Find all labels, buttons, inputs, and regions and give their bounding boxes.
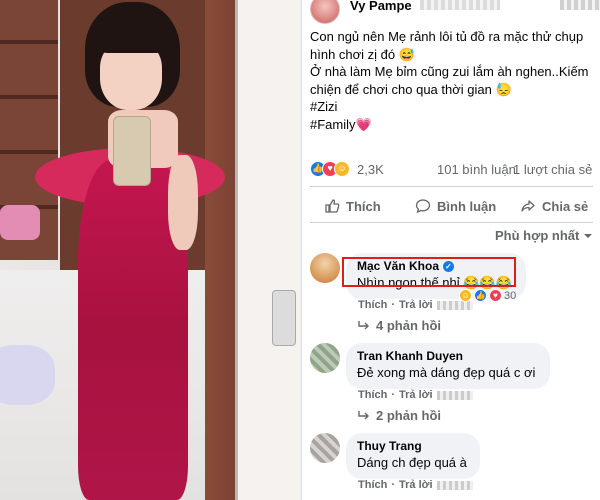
comment-text: Đẻ xong mà dáng đẹp quá c ơi bbox=[357, 365, 536, 380]
post-line-2: Ở nhà làm Mẹ bỉm cũng zui lắm àh nghen..… bbox=[310, 64, 589, 97]
hashtag-family[interactable]: #Family💗 bbox=[310, 116, 595, 134]
post-action-bar: Thích Bình luận Chia sẻ bbox=[310, 192, 593, 220]
sort-label: Phù hợp nhất bbox=[495, 228, 580, 243]
comment-reaction-chip[interactable]: ☺ 👍 ♥ 30 bbox=[459, 289, 516, 302]
post-photo[interactable] bbox=[0, 0, 301, 500]
comment-bubble: Thuy Trang Dáng ch đẹp quá à bbox=[346, 433, 480, 479]
author-name[interactable]: Vy Pampe bbox=[350, 0, 412, 13]
commenter-name[interactable]: Thuy Trang bbox=[357, 438, 469, 454]
share-button[interactable]: Chia sẻ bbox=[520, 198, 588, 214]
like-button[interactable]: Thích bbox=[324, 198, 381, 214]
comment-bubble: Tran Khanh Duyen Đẻ xong mà dáng đẹp quá… bbox=[346, 343, 550, 389]
reaction-summary[interactable]: 👍 ♥ ☺ 2,3K 101 bình luận 1 lượt chia sẻ bbox=[310, 160, 595, 180]
comment-meta: Thích · Trả lời bbox=[358, 299, 473, 311]
blurred-time bbox=[436, 390, 473, 400]
chevron-down-icon bbox=[584, 233, 593, 238]
comment-like-link[interactable]: Thích bbox=[358, 389, 387, 401]
comment-reply-link[interactable]: Trả lời bbox=[399, 299, 433, 311]
comment-reply-link[interactable]: Trả lời bbox=[399, 389, 433, 401]
comment-sort-dropdown[interactable]: Phù hợp nhất bbox=[495, 228, 593, 243]
comment-bubble-icon bbox=[415, 199, 431, 214]
care-reaction-icon: ☺ bbox=[334, 161, 350, 177]
post-text: Con ngủ nên Mẹ rảnh lôi tủ đồ ra mặc thử… bbox=[310, 28, 595, 133]
comment-like-link[interactable]: Thích bbox=[358, 299, 387, 311]
blurred-text bbox=[420, 0, 500, 10]
photo-arm bbox=[168, 155, 198, 250]
hashtag-zizi[interactable]: #Zizi bbox=[310, 98, 595, 116]
photo-rug bbox=[0, 345, 55, 405]
photo-door-frame bbox=[235, 0, 301, 500]
like-button-label: Thích bbox=[346, 198, 381, 214]
thumbs-up-icon bbox=[325, 199, 340, 213]
comment-like-link[interactable]: Thích bbox=[358, 479, 387, 491]
highlight-box bbox=[342, 257, 516, 287]
photo-bangs bbox=[92, 15, 172, 53]
reply-arrow-icon bbox=[358, 410, 369, 419]
reply-arrow-icon bbox=[358, 320, 369, 329]
comment-count[interactable]: 101 bình luận bbox=[437, 162, 516, 177]
comment-text: Dáng ch đẹp quá à bbox=[357, 455, 467, 470]
comment-reply-link[interactable]: Trả lời bbox=[399, 479, 433, 491]
view-replies-link[interactable]: 4 phản hồi bbox=[358, 318, 441, 333]
blurred-time bbox=[436, 480, 473, 490]
post-panel: Vy Pampe Con ngủ nên Mẹ rảnh lôi tủ đồ r… bbox=[301, 0, 600, 500]
comment-button-label: Bình luận bbox=[437, 198, 497, 214]
screenshot-composite: Vy Pampe Con ngủ nên Mẹ rảnh lôi tủ đồ r… bbox=[0, 0, 600, 500]
comment-meta: Thích · Trả lời bbox=[358, 479, 473, 491]
photo-door-handle bbox=[272, 290, 296, 346]
commenter-avatar[interactable] bbox=[310, 253, 340, 283]
share-button-label: Chia sẻ bbox=[542, 198, 589, 214]
photo-phone bbox=[113, 116, 151, 186]
photo-pink-bag bbox=[0, 205, 40, 240]
commenter-name[interactable]: Tran Khanh Duyen bbox=[357, 348, 539, 364]
comment-reaction-count: 30 bbox=[504, 289, 517, 302]
love-reaction-icon: ♥ bbox=[489, 289, 502, 302]
post-author: Vy Pampe bbox=[310, 0, 600, 24]
blurred-menu bbox=[560, 0, 600, 10]
comment-meta: Thích · Trả lời bbox=[358, 389, 473, 401]
divider-bottom bbox=[310, 222, 593, 223]
commenter-avatar[interactable] bbox=[310, 343, 340, 373]
haha-reaction-icon: ☺ bbox=[459, 289, 472, 302]
commenter-avatar[interactable] bbox=[310, 433, 340, 463]
reaction-count[interactable]: 2,3K bbox=[357, 162, 384, 177]
like-reaction-icon: 👍 bbox=[474, 289, 487, 302]
view-replies-link[interactable]: 2 phản hồi bbox=[358, 408, 441, 423]
author-avatar[interactable] bbox=[310, 0, 340, 24]
post-line-1: Con ngủ nên Mẹ rảnh lôi tủ đồ ra mặc thử… bbox=[310, 29, 584, 62]
divider-top bbox=[310, 186, 593, 187]
share-arrow-icon bbox=[521, 200, 535, 212]
share-count[interactable]: 1 lượt chia sẻ bbox=[513, 162, 592, 177]
